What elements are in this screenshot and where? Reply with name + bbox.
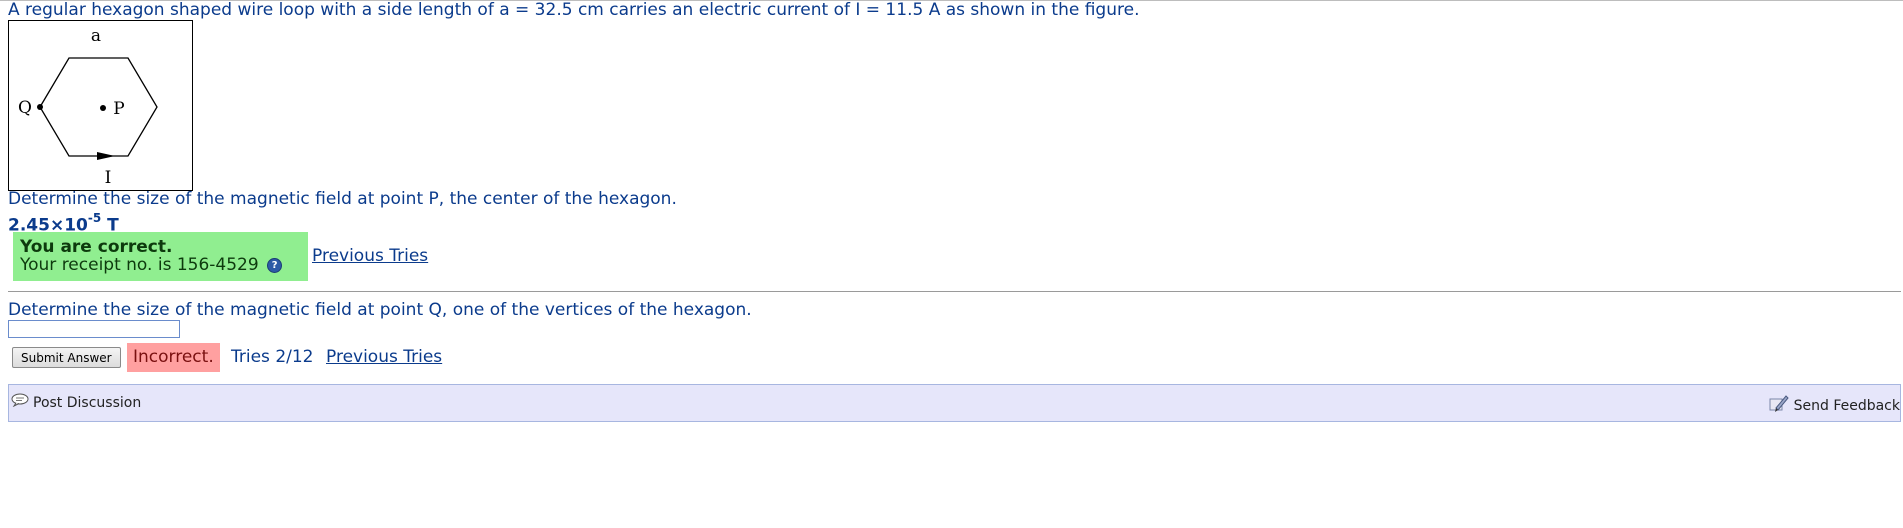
problem-page: A regular hexagon shaped wire loop with …	[0, 0, 1903, 528]
previous-tries-link-part-1[interactable]: Previous Tries	[312, 246, 428, 266]
receipt-line: Your receipt no. is 156-4529 ?	[20, 256, 308, 274]
send-feedback-label: Send Feedback	[1793, 398, 1900, 414]
label-q: Q	[18, 98, 32, 118]
correct-status-title: You are correct.	[20, 237, 173, 257]
post-discussion-link[interactable]: Post Discussion	[11, 393, 141, 413]
hexagon-diagram: a Q P I	[18, 26, 158, 188]
point-q-dot	[37, 104, 43, 110]
hexagon-loop	[39, 57, 158, 157]
submit-answer-button[interactable]: Submit Answer	[12, 347, 121, 368]
discussion-bar: Post Discussion Send Feedback	[8, 384, 1901, 422]
question-circle-icon[interactable]: ?	[267, 257, 283, 273]
label-i: I	[105, 168, 112, 188]
problem-statement: A regular hexagon shaped wire loop with …	[8, 0, 1140, 20]
speech-bubble-icon	[11, 393, 29, 413]
receipt-text: Your receipt no. is 156-4529	[20, 255, 259, 275]
send-feedback-link[interactable]: Send Feedback	[1768, 393, 1900, 419]
answer-exponent: -5	[87, 211, 102, 225]
label-p: P	[113, 99, 124, 119]
post-discussion-label: Post Discussion	[33, 395, 142, 411]
question-part-1: Determine the size of the magnetic field…	[8, 189, 677, 209]
correct-status-box: You are correct. Your receipt no. is 156…	[13, 232, 308, 281]
previous-tries-link-part-2[interactable]: Previous Tries	[326, 347, 442, 367]
question-part-2: Determine the size of the magnetic field…	[8, 300, 752, 320]
answer-input[interactable]	[8, 320, 180, 338]
hexagon-figure: a Q P I	[8, 20, 193, 191]
label-a: a	[91, 26, 101, 46]
point-p-dot	[100, 105, 106, 111]
pen-feedback-icon	[1768, 393, 1790, 419]
current-arrow	[97, 152, 115, 160]
tries-counter: Tries 2/12	[231, 347, 314, 367]
incorrect-status-badge: Incorrect.	[127, 343, 220, 372]
section-divider	[8, 291, 1901, 292]
